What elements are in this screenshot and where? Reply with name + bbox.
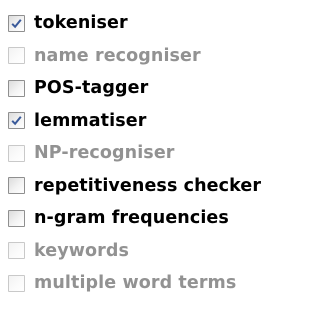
repetitiveness-checker-label: repetitiveness checker <box>34 175 262 196</box>
np-recogniser-checkbox[interactable] <box>8 144 25 162</box>
tokeniser-label: tokeniser <box>34 13 128 34</box>
option-pos-tagger[interactable]: POS-tagger <box>8 72 316 105</box>
option-np-recogniser[interactable]: NP-recogniser <box>8 137 316 170</box>
keywords-label: keywords <box>34 240 130 261</box>
option-n-gram-frequencies[interactable]: n-gram frequencies <box>8 202 316 235</box>
check-icon <box>11 116 22 126</box>
multiple-word-terms-checkbox[interactable] <box>8 274 25 292</box>
lemmatiser-label: lemmatiser <box>34 110 147 131</box>
lemmatiser-checkbox[interactable] <box>8 112 25 130</box>
check-icon <box>11 18 22 29</box>
options-list: tokeniser name recogniser POS-tagger lem… <box>8 7 316 300</box>
name-recogniser-label: name recogniser <box>34 45 201 66</box>
name-recogniser-checkbox[interactable] <box>8 47 25 65</box>
pos-tagger-label: POS-tagger <box>34 78 149 99</box>
np-recogniser-label: NP-recogniser <box>34 143 175 164</box>
n-gram-frequencies-label: n-gram frequencies <box>34 208 229 229</box>
option-multiple-word-terms[interactable]: multiple word terms <box>8 267 316 300</box>
option-tokeniser[interactable]: tokeniser <box>8 7 316 40</box>
multiple-word-terms-label: multiple word terms <box>34 273 237 294</box>
option-keywords[interactable]: keywords <box>8 235 316 268</box>
tokeniser-checkbox[interactable] <box>8 14 25 32</box>
n-gram-frequencies-checkbox[interactable] <box>8 209 25 227</box>
option-lemmatiser[interactable]: lemmatiser <box>8 105 316 138</box>
option-repetitiveness-checker[interactable]: repetitiveness checker <box>8 170 316 203</box>
repetitiveness-checker-checkbox[interactable] <box>8 177 25 195</box>
pos-tagger-checkbox[interactable] <box>8 79 25 97</box>
keywords-checkbox[interactable] <box>8 242 25 260</box>
option-name-recogniser[interactable]: name recogniser <box>8 40 316 73</box>
